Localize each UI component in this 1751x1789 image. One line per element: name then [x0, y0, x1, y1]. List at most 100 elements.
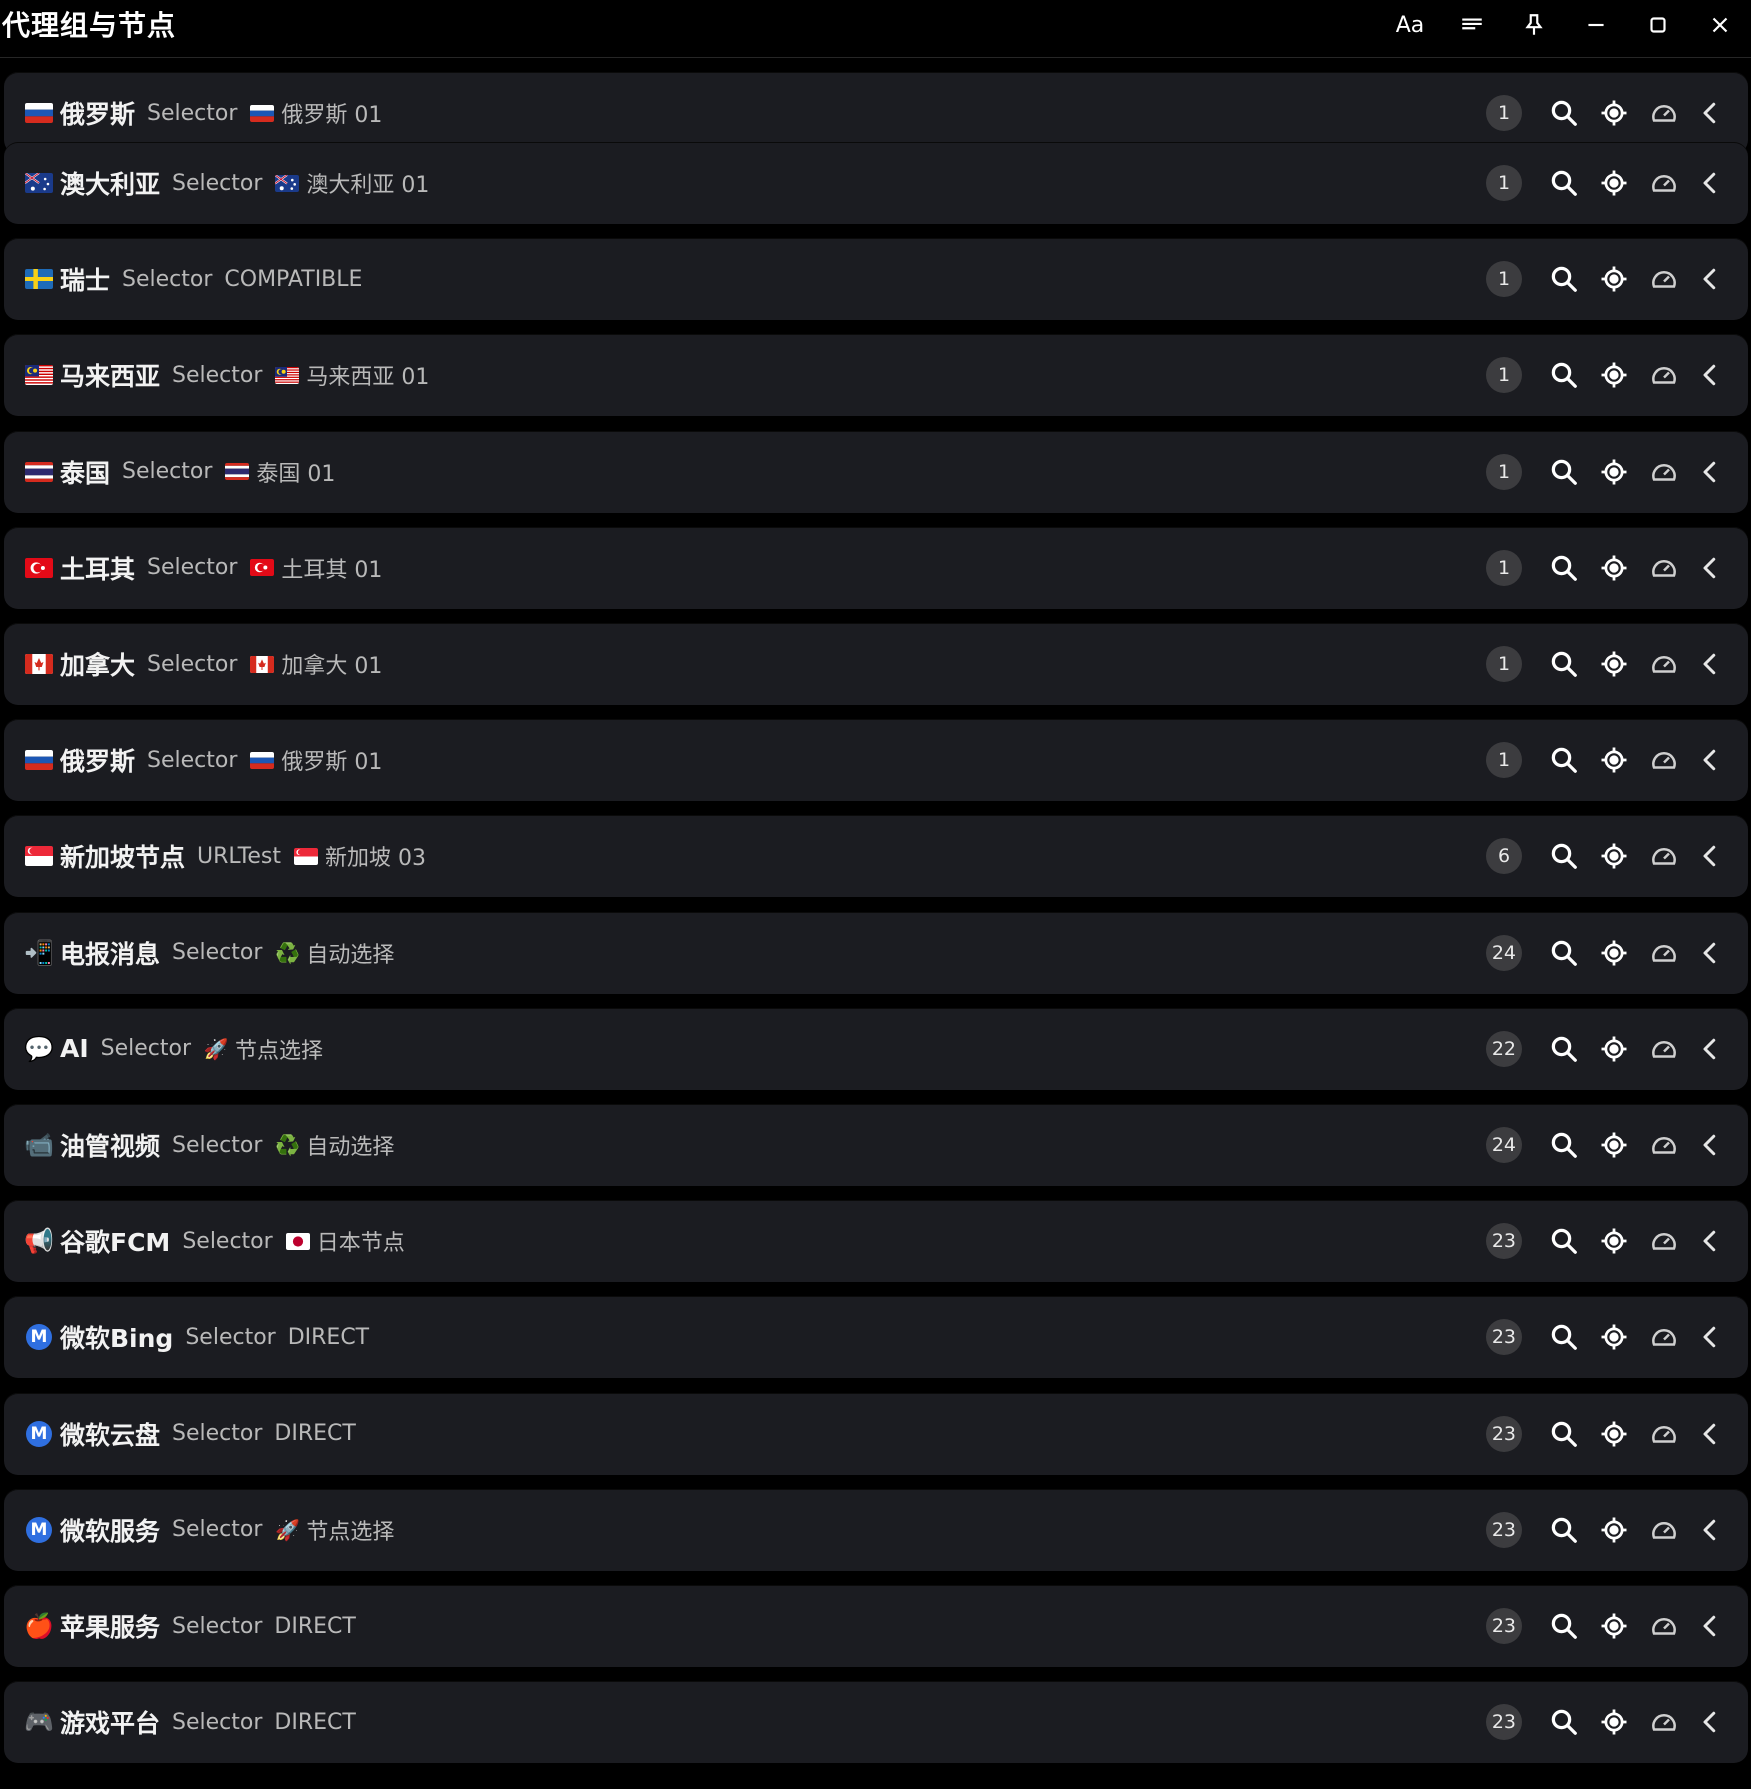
speed-test-button[interactable] — [1640, 1313, 1688, 1361]
locate-button[interactable] — [1590, 1313, 1638, 1361]
locate-button[interactable] — [1590, 1602, 1638, 1650]
search-button[interactable] — [1540, 89, 1588, 137]
proxy-group-row[interactable]: 瑞士 Selector COMPATIBLE 1 — [4, 238, 1748, 321]
proxy-group-row[interactable]: 加拿大 Selector 加拿大 01 1 — [4, 623, 1748, 705]
expand-button[interactable] — [1690, 159, 1730, 207]
expand-button[interactable] — [1690, 1025, 1730, 1073]
search-button[interactable] — [1540, 736, 1588, 784]
expand-button[interactable] — [1690, 736, 1730, 784]
speed-test-button[interactable] — [1640, 89, 1688, 137]
expand-button[interactable] — [1690, 1698, 1730, 1746]
group-type: Selector — [122, 459, 213, 485]
locate-button[interactable] — [1590, 1121, 1638, 1169]
search-button[interactable] — [1540, 832, 1588, 880]
speed-test-button[interactable] — [1640, 1025, 1688, 1073]
proxy-group-row[interactable]: 🎮 游戏平台 Selector DIRECT 23 — [4, 1681, 1748, 1764]
locate-button[interactable] — [1590, 544, 1638, 592]
expand-button[interactable] — [1690, 1602, 1730, 1650]
expand-button[interactable] — [1690, 1410, 1730, 1458]
proxy-group-row[interactable]: M 微软云盘 Selector DIRECT 23 — [4, 1392, 1748, 1475]
speed-test-button[interactable] — [1640, 1121, 1688, 1169]
locate-button[interactable] — [1590, 89, 1638, 137]
proxy-group-row[interactable]: M 微软Bing Selector DIRECT 23 — [4, 1296, 1748, 1379]
proxy-group-row[interactable]: 新加坡节点 URLTest 新加坡 03 6 — [4, 815, 1748, 898]
maximize-button[interactable] — [1627, 1, 1689, 49]
expand-button[interactable] — [1690, 351, 1730, 399]
expand-button[interactable] — [1690, 640, 1730, 688]
speed-test-button[interactable] — [1640, 736, 1688, 784]
search-button[interactable] — [1540, 255, 1588, 303]
speed-test-button[interactable] — [1640, 640, 1688, 688]
proxy-group-row[interactable]: 📲 电报消息 Selector ♻️ 自动选择 24 — [4, 911, 1748, 994]
search-button[interactable] — [1540, 351, 1588, 399]
proxy-group-row[interactable]: 马来西亚 Selector 马来西亚 01 1 — [4, 334, 1748, 417]
speed-test-button[interactable] — [1640, 1410, 1688, 1458]
locate-button[interactable] — [1590, 255, 1638, 303]
speed-test-button[interactable] — [1640, 1602, 1688, 1650]
speed-test-button[interactable] — [1640, 159, 1688, 207]
current-node-icon — [274, 174, 300, 192]
locate-button[interactable] — [1590, 929, 1638, 977]
proxy-group-row[interactable]: 泰国 Selector 泰国 01 1 — [4, 430, 1748, 513]
search-button[interactable] — [1540, 1410, 1588, 1458]
search-button[interactable] — [1540, 1506, 1588, 1554]
search-button[interactable] — [1540, 929, 1588, 977]
expand-button[interactable] — [1690, 1121, 1730, 1169]
search-button[interactable] — [1540, 1313, 1588, 1361]
speed-test-button[interactable] — [1640, 929, 1688, 977]
expand-button[interactable] — [1690, 1506, 1730, 1554]
locate-button[interactable] — [1590, 832, 1638, 880]
locate-button[interactable] — [1590, 1217, 1638, 1265]
search-button[interactable] — [1540, 1698, 1588, 1746]
locate-button[interactable] — [1590, 448, 1638, 496]
pin-button[interactable] — [1503, 1, 1565, 49]
proxy-group-row[interactable]: 澳大利亚 Selector 澳大利亚 01 1 — [4, 142, 1748, 224]
locate-button[interactable] — [1590, 1506, 1638, 1554]
locate-button[interactable] — [1590, 640, 1638, 688]
speed-test-button[interactable] — [1640, 1506, 1688, 1554]
search-button[interactable] — [1540, 1121, 1588, 1169]
filter-button[interactable] — [1441, 1, 1503, 49]
speed-test-button[interactable] — [1640, 351, 1688, 399]
proxy-group-row[interactable]: 🍎 苹果服务 Selector DIRECT 23 — [4, 1585, 1748, 1667]
expand-button[interactable] — [1690, 255, 1730, 303]
speed-test-button[interactable] — [1640, 832, 1688, 880]
search-button[interactable] — [1540, 1025, 1588, 1073]
locate-button[interactable] — [1590, 159, 1638, 207]
locate-button[interactable] — [1590, 1698, 1638, 1746]
expand-button[interactable] — [1690, 1217, 1730, 1265]
current-node: DIRECT — [274, 1421, 356, 1447]
proxy-group-row[interactable]: 💬 AI Selector 🚀 节点选择 22 — [4, 1007, 1748, 1090]
locate-button[interactable] — [1590, 736, 1638, 784]
group-info: M 微软云盘 Selector DIRECT — [24, 1393, 356, 1475]
search-button[interactable] — [1540, 448, 1588, 496]
minimize-button[interactable] — [1565, 1, 1627, 49]
search-button[interactable] — [1540, 159, 1588, 207]
expand-button[interactable] — [1690, 1313, 1730, 1361]
speed-test-button[interactable] — [1640, 448, 1688, 496]
speed-test-button[interactable] — [1640, 544, 1688, 592]
close-button[interactable] — [1689, 1, 1751, 49]
speed-test-button[interactable] — [1640, 1698, 1688, 1746]
speedometer-icon — [1649, 264, 1679, 294]
speed-test-button[interactable] — [1640, 1217, 1688, 1265]
search-button[interactable] — [1540, 1602, 1588, 1650]
expand-button[interactable] — [1690, 448, 1730, 496]
locate-button[interactable] — [1590, 351, 1638, 399]
speed-test-button[interactable] — [1640, 255, 1688, 303]
proxy-group-row[interactable]: 📢 谷歌FCM Selector 日本节点 23 — [4, 1200, 1748, 1283]
locate-button[interactable] — [1590, 1025, 1638, 1073]
locate-button[interactable] — [1590, 1410, 1638, 1458]
expand-button[interactable] — [1690, 832, 1730, 880]
proxy-group-row[interactable]: 📹 油管视频 Selector ♻️ 自动选择 24 — [4, 1104, 1748, 1186]
search-button[interactable] — [1540, 1217, 1588, 1265]
proxy-group-row[interactable]: 俄罗斯 Selector 俄罗斯 01 1 — [4, 719, 1748, 802]
expand-button[interactable] — [1690, 89, 1730, 137]
font-button[interactable]: Aa — [1379, 1, 1441, 49]
expand-button[interactable] — [1690, 929, 1730, 977]
proxy-group-row[interactable]: 土耳其 Selector 土耳其 01 1 — [4, 526, 1748, 609]
proxy-group-row[interactable]: M 微软服务 Selector 🚀 节点选择 23 — [4, 1488, 1748, 1571]
search-button[interactable] — [1540, 544, 1588, 592]
search-button[interactable] — [1540, 640, 1588, 688]
expand-button[interactable] — [1690, 544, 1730, 592]
